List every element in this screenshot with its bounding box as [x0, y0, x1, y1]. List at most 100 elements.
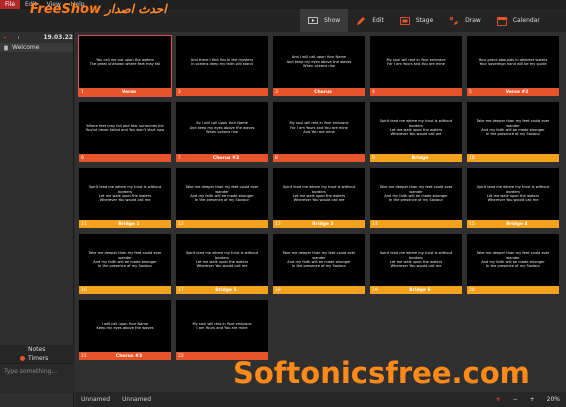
- slide-thumbnail[interactable]: My soul will rest in Your embrace For I …: [370, 36, 462, 96]
- slide-text: Spirit lead me where my trust is without…: [273, 168, 365, 220]
- brand-arabic: احدث اصدار: [105, 2, 167, 16]
- slide-group-label: Chorus #2: [212, 155, 240, 161]
- slide-number: 6: [81, 155, 84, 161]
- zoom-level: 20%: [546, 396, 560, 403]
- document-icon[interactable]: [18, 34, 20, 41]
- slide-text: Spirit lead me where my trust is without…: [176, 234, 268, 286]
- slide-thumbnail[interactable]: Spirit lead me where my trust is without…: [370, 234, 462, 294]
- nav-calendar-button[interactable]: Calendar: [489, 9, 548, 32]
- slide-thumbnail[interactable]: Take me deeper than my feet could ever w…: [273, 234, 365, 294]
- nav-stage-button[interactable]: Stage: [392, 9, 441, 32]
- slide-group-label: Bridge 5: [215, 287, 237, 293]
- sidebar-item-welcome[interactable]: Welcome: [0, 43, 73, 52]
- slide-number: 14: [372, 221, 378, 227]
- slide-label-bar: 4: [370, 88, 462, 96]
- layout-tab-1[interactable]: Unnamed: [75, 396, 116, 403]
- slide-label-bar: 10: [467, 154, 559, 162]
- nav-edit-button[interactable]: Edit: [348, 9, 392, 32]
- slide-text: My soul will rest in Your embrace For I …: [370, 36, 462, 88]
- slide-text: Take me deeper than my feet could ever w…: [273, 234, 365, 286]
- slide-thumbnail[interactable]: Spirit lead me where my trust is without…: [79, 168, 171, 228]
- slide-number: 21: [81, 353, 87, 359]
- slide-group-label: Bridge 4: [506, 221, 528, 227]
- slide-text: Take me deeper than my feet could ever w…: [176, 168, 268, 220]
- slide-label-bar: 21 Chorus #3: [79, 352, 171, 360]
- slide-thumbnail[interactable]: Spirit lead me where my trust is without…: [467, 168, 559, 228]
- nav-calendar-label: Calendar: [512, 17, 540, 24]
- nav-show-label: Show: [324, 17, 341, 24]
- nav-show-button[interactable]: Show: [300, 9, 349, 32]
- pencil-icon: [357, 16, 366, 25]
- file-icon: [4, 45, 8, 50]
- slide-text: My soul will rest in Your embrace I am Y…: [176, 300, 268, 352]
- slide-label-bar: 15 Bridge 4: [467, 220, 559, 228]
- slide-thumbnail[interactable]: I will call upon Your Name Keep my eyes …: [79, 300, 171, 360]
- zoom-out-icon[interactable]: −: [513, 396, 518, 403]
- watermark: Softonicsfree.com: [233, 356, 530, 390]
- bottom-bar: Unnamed Unnamed + − + 20%: [75, 392, 566, 407]
- slides-grid: You call me out upon the waters The grea…: [75, 32, 566, 392]
- brand-title: FreeShow احدث اصدار: [30, 2, 167, 17]
- slide-label-bar: 3 Chorus: [273, 88, 365, 96]
- slide-thumbnail[interactable]: Your grace abounds in deepest waters You…: [467, 36, 559, 96]
- nav-edit-label: Edit: [372, 17, 384, 24]
- slide-text: Spirit lead me where my trust is without…: [370, 102, 462, 154]
- slide-number: 19: [372, 287, 378, 293]
- slide-label-bar: 20: [467, 286, 559, 294]
- slide-thumbnail[interactable]: Where feet may fail and fear surrounds m…: [79, 102, 171, 162]
- slide-text: Where feet may fail and fear surrounds m…: [79, 102, 171, 154]
- slide-thumbnail[interactable]: Take me deeper than my feet could ever w…: [79, 234, 171, 294]
- slide-thumbnail[interactable]: Spirit lead me where my trust is without…: [370, 102, 462, 162]
- slide-number: 2: [178, 89, 181, 95]
- top-nav: Show Edit Stage Draw Calendar: [300, 9, 548, 32]
- slide-group-label: Chorus #3: [115, 353, 143, 359]
- notes-tab[interactable]: Notes: [0, 345, 74, 354]
- slide-label-bar: 12: [176, 220, 268, 228]
- slide-number: 13: [275, 221, 281, 227]
- slide-label-bar: 8: [273, 154, 365, 162]
- slide-thumbnail[interactable]: Spirit lead me where my trust is without…: [273, 168, 365, 228]
- slide-number: 15: [469, 221, 475, 227]
- slide-text: Spirit lead me where my trust is without…: [467, 168, 559, 220]
- sidebar-date: 19.03.22: [43, 34, 73, 41]
- slide-label-bar: 19 Bridge 6: [370, 286, 462, 294]
- slide-thumbnail[interactable]: You call me out upon the waters The grea…: [78, 35, 172, 97]
- draw-icon: [449, 16, 459, 25]
- slide-thumbnail[interactable]: Take me deeper than my feet could ever w…: [467, 234, 559, 294]
- slide-thumbnail[interactable]: My soul will rest in Your embrace I am Y…: [176, 300, 268, 360]
- slide-text: Your grace abounds in deepest waters You…: [467, 36, 559, 88]
- slide-thumbnail[interactable]: Take me deeper than my feet could ever w…: [370, 168, 462, 228]
- slide-text: Take me deeper than my feet could ever w…: [79, 234, 171, 286]
- slide-text: Take me deeper than my feet could ever w…: [467, 102, 559, 154]
- slide-thumbnail[interactable]: And I will call upon Your Name And keep …: [273, 36, 365, 96]
- slide-thumbnail[interactable]: Take me deeper than my feet could ever w…: [176, 168, 268, 228]
- slide-text: I will call upon Your Name Keep my eyes …: [79, 300, 171, 352]
- nav-draw-button[interactable]: Draw: [441, 9, 489, 32]
- layout-tab-2[interactable]: Unnamed: [116, 396, 157, 403]
- zoom-in-icon[interactable]: +: [530, 396, 535, 403]
- menu-file[interactable]: File: [0, 0, 21, 9]
- slide-thumbnail[interactable]: Take me deeper than my feet could ever w…: [467, 102, 559, 162]
- slide-label-bar: 2: [176, 88, 268, 96]
- slide-text: Take me deeper than my feet could ever w…: [467, 234, 559, 286]
- slide-thumbnail[interactable]: Spirit lead me where my trust is without…: [176, 234, 268, 294]
- add-icon[interactable]: +: [496, 396, 501, 403]
- slide-thumbnail[interactable]: My soul will rest in Your embrace For I …: [273, 102, 365, 162]
- slide-number: 22: [178, 353, 184, 359]
- folder-icon[interactable]: [4, 34, 6, 41]
- slide-text: So I will call upon Your Name And keep m…: [176, 102, 268, 154]
- slide-number: 4: [372, 89, 375, 95]
- sidebar-header: 19.03.22: [0, 32, 73, 43]
- nav-draw-label: Draw: [465, 17, 481, 24]
- notes-input[interactable]: Type something...: [0, 363, 74, 393]
- slide-text: Spirit lead me where my trust is without…: [79, 168, 171, 220]
- timers-tab[interactable]: Timers: [0, 354, 74, 363]
- slide-label-bar: 16: [79, 286, 171, 294]
- slide-thumbnail[interactable]: And there I find You in the mystery In o…: [176, 36, 268, 96]
- slide-label-bar: 9 Bridge: [370, 154, 462, 162]
- slide-label-bar: 13 Bridge 2: [273, 220, 365, 228]
- nav-stage-label: Stage: [415, 17, 434, 24]
- slide-thumbnail[interactable]: So I will call upon Your Name And keep m…: [176, 102, 268, 162]
- slide-text: Take me deeper than my feet could ever w…: [370, 168, 462, 220]
- slide-group-label: Chorus: [314, 89, 332, 95]
